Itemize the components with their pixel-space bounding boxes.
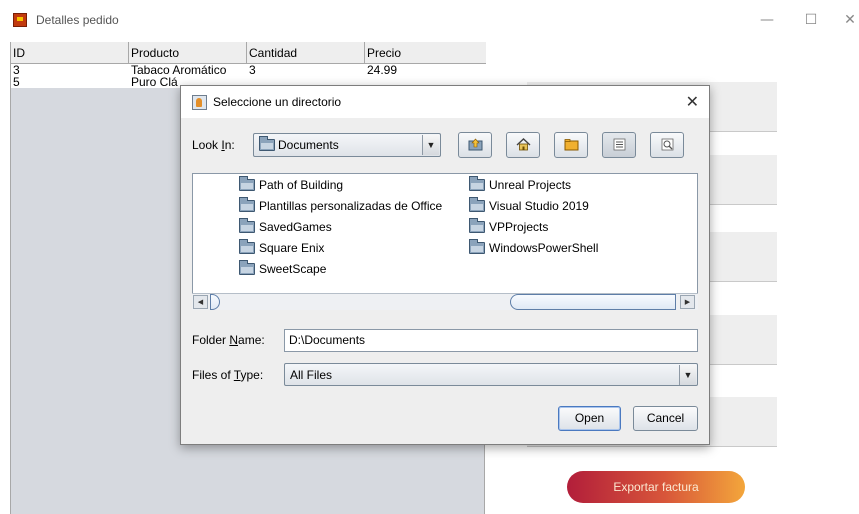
minimize-button[interactable]: — [752,8,782,32]
files-of-type-label: Files of Type: [192,368,264,382]
folder-icon [469,218,485,233]
files-of-type-combobox[interactable]: All Files ▼ [284,363,698,386]
folder-icon [259,136,275,151]
look-in-combobox[interactable]: Documents ▼ [253,133,441,157]
dialog-close-button[interactable]: ✕ [686,92,699,112]
chevron-down-icon[interactable]: ▼ [422,135,439,155]
cell-id: 5 [13,76,20,88]
scroll-right-arrow-icon[interactable]: ▶ [680,295,695,309]
cell-precio: 24.99 [367,64,398,76]
cancel-button[interactable]: Cancel [633,406,698,431]
scroll-thumb-left[interactable] [210,294,220,310]
new-folder-button[interactable] [554,132,588,158]
column-header-producto[interactable]: Producto [129,42,247,64]
list-item[interactable]: Path of Building [239,176,343,194]
cell-producto: Tabaco Aromático [131,64,227,76]
list-item[interactable]: Square Enix [239,239,324,257]
window-title: Detalles pedido [36,13,119,27]
folder-icon [239,239,255,254]
table-row[interactable]: 3 Tabaco Aromático 3 24.99 [11,64,486,76]
folder-icon [239,260,255,275]
folder-name-label: Folder Name: [192,333,265,347]
list-item[interactable]: VPProjects [469,218,548,236]
folder-icon [469,197,485,212]
scroll-left-arrow-icon[interactable]: ◀ [193,295,208,309]
export-invoice-button[interactable]: Exportar factura [567,471,745,503]
home-button[interactable] [506,132,540,158]
directory-chooser-dialog: Seleccione un directorio ✕ Look In: Docu… [180,85,710,445]
main-titlebar: Detalles pedido — ☐ ✕ [0,0,859,40]
java-icon [192,95,207,110]
list-item[interactable]: Plantillas personalizadas de Office [239,197,442,215]
column-header-cantidad[interactable]: Cantidad [247,42,365,64]
folder-icon [239,176,255,191]
close-window-button[interactable]: ✕ [835,8,859,32]
list-item[interactable]: SweetScape [239,260,326,278]
open-button[interactable]: Open [558,406,621,431]
folder-list[interactable]: Path of Building Plantillas personalizad… [192,173,698,310]
list-view-button[interactable] [602,132,636,158]
column-header-id[interactable]: ID [11,42,129,64]
scroll-thumb[interactable] [510,294,676,310]
list-item[interactable]: Visual Studio 2019 [469,197,589,215]
list-item[interactable]: Unreal Projects [469,176,571,194]
look-in-label: Look In: [192,138,235,152]
folder-icon [469,239,485,254]
app-logo-icon [13,13,27,27]
horizontal-scrollbar[interactable]: ◀ ▶ [192,293,698,310]
folder-icon [239,218,255,233]
list-item[interactable]: SavedGames [239,218,332,236]
chevron-down-icon[interactable]: ▼ [679,365,696,385]
details-view-icon [661,138,674,151]
cell-cantidad: 3 [249,64,256,76]
new-folder-icon [564,139,579,151]
list-view-icon [613,138,626,151]
dialog-titlebar: Seleccione un directorio ✕ [181,86,709,118]
look-in-value: Documents [278,138,339,152]
up-one-level-button[interactable] [458,132,492,158]
list-item[interactable]: WindowsPowerShell [469,239,598,257]
table-header: ID Producto Cantidad Precio [11,42,486,64]
folder-name-input[interactable]: D:\Documents [284,329,698,352]
column-header-precio[interactable]: Precio [365,42,486,64]
folder-icon [469,176,485,191]
maximize-button[interactable]: ☐ [796,8,826,32]
home-icon [516,138,531,151]
folder-icon [239,197,255,212]
details-view-button[interactable] [650,132,684,158]
folder-up-icon [468,138,483,151]
cell-id: 3 [13,64,20,76]
dialog-title: Seleccione un directorio [213,95,342,109]
files-of-type-value: All Files [290,368,333,382]
